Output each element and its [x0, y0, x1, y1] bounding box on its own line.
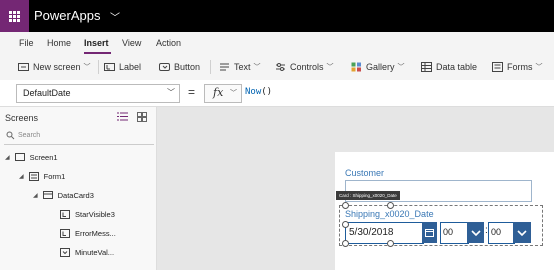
tree-item-label: ErrorMess...	[75, 228, 116, 238]
formula-input[interactable]: Now()	[245, 87, 272, 97]
calendar-icon	[425, 229, 434, 237]
label-button[interactable]: Label	[104, 54, 141, 80]
forms-icon	[492, 62, 503, 72]
app-title: PowerApps	[34, 8, 101, 23]
ribbon-tabs: File Home Insert View Action	[0, 32, 554, 54]
tree-item-label: Form1	[43, 171, 66, 181]
new-screen-label: New screen	[33, 62, 81, 72]
date-value: 5/30/2018	[349, 227, 394, 238]
button-icon	[159, 63, 170, 71]
label-control-icon	[60, 228, 70, 238]
panel-title: Screens	[5, 113, 39, 123]
fx-icon: fx	[213, 86, 224, 99]
minute-dropdown[interactable]: 00	[488, 222, 515, 244]
resize-handle[interactable]	[387, 202, 394, 209]
data-table-label: Data table	[436, 62, 478, 72]
chevron-down-icon[interactable]: ﹀	[110, 9, 120, 24]
tab-insert[interactable]: Insert	[84, 38, 109, 48]
equals-sign: =	[188, 85, 196, 99]
tab-file[interactable]: File	[19, 38, 34, 48]
tree-item-screen1[interactable]: ◢ Screen1	[5, 150, 58, 164]
tab-home[interactable]: Home	[47, 38, 71, 48]
controls-icon	[276, 63, 285, 71]
tree-item-datacard3[interactable]: ◢ DataCard3	[33, 188, 94, 202]
chevron-down-icon: ﹀	[230, 90, 237, 97]
text-dropdown-label: Text	[234, 62, 251, 72]
shipping-date-label: Shipping_x0020_Date	[345, 209, 434, 219]
search-placeholder: Search	[18, 132, 41, 139]
tree-item-form1[interactable]: ◢ Form1	[19, 169, 65, 183]
chevron-down-icon: ﹀	[167, 88, 175, 97]
tree-item-label: MinuteVal...	[75, 247, 115, 257]
formula-function: Now	[245, 87, 262, 97]
hour-value: 00	[443, 227, 454, 237]
tree-item-label: DataCard3	[57, 190, 94, 200]
card-icon	[42, 191, 53, 199]
app-header: PowerApps ﹀	[0, 0, 554, 32]
screens-panel: Screens Search ◢ Screen1 ◢ Form1 ◢ DataC…	[0, 107, 157, 270]
tree-item-errormessage[interactable]: ErrorMess...	[60, 226, 116, 240]
formula-parens: ()	[261, 87, 273, 97]
resize-handle[interactable]	[342, 221, 349, 228]
customer-label: Customer	[345, 168, 385, 178]
formula-bar: DefaultDate ﹀ = fx ﹀ Now()	[0, 80, 554, 107]
screen-icon	[14, 153, 25, 161]
gallery-dropdown-label: Gallery	[366, 62, 395, 72]
chevron-down-icon	[517, 229, 527, 236]
calendar-button[interactable]	[422, 222, 437, 243]
controls-dropdown[interactable]: Controls ﹀	[275, 54, 334, 80]
label-control-icon	[60, 209, 70, 219]
hour-dropdown-button[interactable]	[467, 222, 484, 243]
tab-action[interactable]: Action	[156, 38, 181, 48]
forms-dropdown[interactable]: Forms ﹀	[492, 54, 543, 80]
search-input[interactable]: Search	[4, 129, 154, 145]
hour-dropdown[interactable]: 00	[440, 222, 469, 244]
dropdown-control-icon	[60, 247, 70, 257]
tree-item-label: Screen1	[29, 152, 58, 162]
fx-button[interactable]: fx ﹀	[204, 84, 242, 103]
tab-view[interactable]: View	[122, 38, 141, 48]
minute-value: 00	[491, 227, 502, 237]
tree-item-starvisible3[interactable]: StarVisible3	[60, 207, 115, 221]
text-dropdown[interactable]: Text ﹀	[219, 54, 261, 80]
chevron-down-icon	[470, 229, 481, 236]
collapse-icon[interactable]: ◢	[33, 192, 38, 199]
gallery-dropdown[interactable]: Gallery ﹀	[351, 54, 405, 80]
resize-handle[interactable]	[387, 240, 394, 247]
selection-tooltip: Card : Shipping_x0020_Date	[336, 191, 400, 200]
gallery-icon	[351, 62, 361, 72]
tree-item-label: StarVisible3	[75, 209, 115, 219]
button-button-label: Button	[174, 62, 201, 72]
property-selector[interactable]: DefaultDate ﹀	[16, 84, 180, 103]
forms-dropdown-label: Forms	[507, 62, 533, 72]
app-launcher-icon[interactable]	[0, 0, 29, 32]
resize-handle[interactable]	[342, 202, 349, 209]
property-value: DefaultDate	[23, 88, 71, 98]
thumbnail-view-icon[interactable]	[137, 112, 147, 122]
form-icon	[28, 171, 39, 181]
insert-toolbar: New screen ﹀ Label Button Text ﹀ Controls ﹀…	[0, 54, 554, 81]
tree-item-minutevalue[interactable]: MinuteVal...	[60, 245, 114, 259]
text-icon	[220, 63, 229, 71]
data-table-button[interactable]: Data table	[421, 54, 477, 80]
button-button[interactable]: Button	[159, 54, 200, 80]
collapse-icon[interactable]: ◢	[5, 154, 10, 161]
label-button-label: Label	[119, 62, 142, 72]
new-screen-button[interactable]: New screen ﹀	[18, 54, 91, 80]
search-icon	[6, 131, 15, 140]
controls-dropdown-label: Controls	[290, 62, 324, 72]
minute-dropdown-button[interactable]	[513, 222, 531, 243]
resize-handle[interactable]	[342, 240, 349, 247]
data-table-icon	[421, 62, 432, 72]
new-screen-icon	[18, 63, 29, 71]
list-view-icon[interactable]	[117, 112, 128, 121]
date-picker-input[interactable]: 5/30/2018	[345, 222, 424, 244]
label-icon	[104, 63, 115, 71]
collapse-icon[interactable]: ◢	[19, 173, 24, 180]
